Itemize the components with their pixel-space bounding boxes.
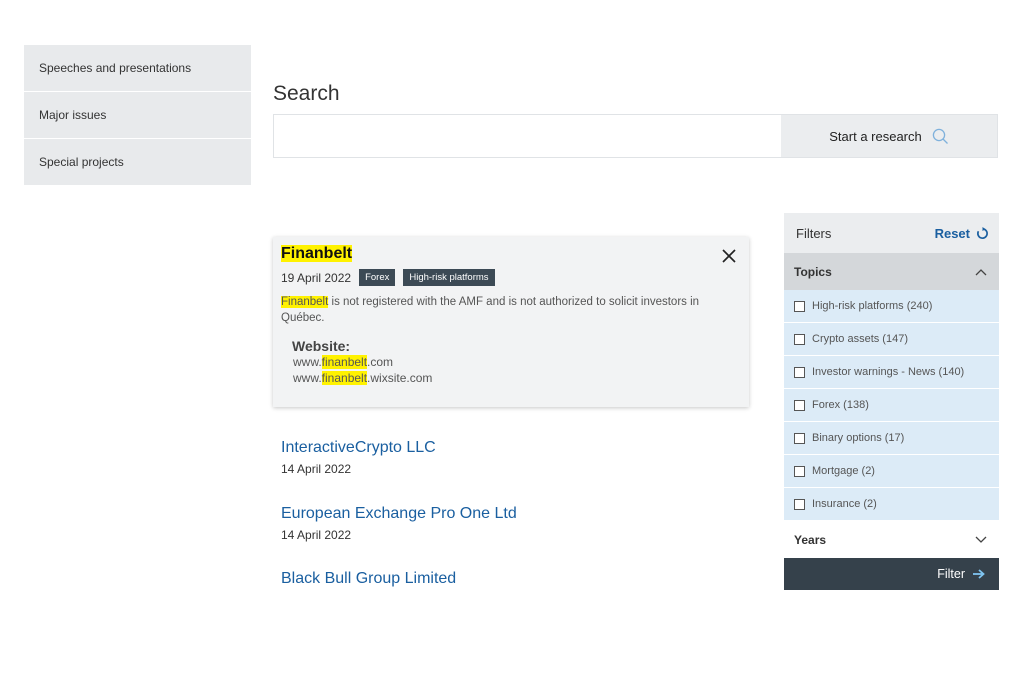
url-prefix: www. <box>293 371 322 385</box>
result-description: Finanbelt is not registered with the AMF… <box>281 294 741 326</box>
search-heading: Search <box>273 82 340 105</box>
checkbox[interactable] <box>794 399 805 411</box>
checkbox[interactable] <box>794 432 805 444</box>
highlighted-term: finanbelt <box>321 355 368 369</box>
topic-filter-forex[interactable]: Forex (138) <box>784 389 999 421</box>
highlighted-title: Finanbelt <box>281 245 353 262</box>
result-title[interactable]: Finanbelt <box>281 245 741 263</box>
tag-badge: High-risk platforms <box>403 269 495 286</box>
checkbox[interactable] <box>794 300 805 312</box>
topic-filter-investor-warnings[interactable]: Investor warnings - News (140) <box>784 356 999 388</box>
search-input[interactable] <box>274 115 781 157</box>
close-icon[interactable] <box>721 248 737 264</box>
result-title-link[interactable]: Black Bull Group Limited <box>281 570 456 588</box>
sidebar-item-label: Special projects <box>39 155 124 169</box>
chevron-down-icon <box>975 536 987 543</box>
highlighted-term: finanbelt <box>321 371 368 385</box>
checkbox[interactable] <box>794 333 805 345</box>
topic-label: Binary options (17) <box>812 432 905 444</box>
filters-panel: Filters Reset Topics High-risk platforms… <box>784 213 999 593</box>
chevron-up-icon <box>975 268 987 275</box>
topics-accordion-header[interactable]: Topics <box>784 253 999 290</box>
sidebar-item-major-issues[interactable]: Major issues <box>24 92 251 138</box>
filter-button-label: Filter <box>937 567 965 581</box>
sidebar-item-label: Major issues <box>39 108 107 122</box>
topics-label: Topics <box>794 264 832 279</box>
list-item: Black Bull Group Limited <box>281 570 456 588</box>
result-title-link[interactable]: European Exchange Pro One Ltd <box>281 505 517 523</box>
start-research-button[interactable]: Start a research <box>781 115 997 157</box>
topic-filter-high-risk[interactable]: High-risk platforms (240) <box>784 290 999 322</box>
topic-label: Mortgage (2) <box>812 465 875 477</box>
topic-label: Forex (138) <box>812 399 869 411</box>
search-icon <box>932 128 948 144</box>
result-title-link[interactable]: InteractiveCrypto LLC <box>281 439 436 457</box>
search-button-label: Start a research <box>829 128 922 144</box>
filters-title: Filters <box>796 225 832 241</box>
search-bar: Start a research <box>273 114 998 158</box>
years-label: Years <box>794 532 827 547</box>
arrow-right-icon <box>973 569 985 579</box>
topic-filter-binary-options[interactable]: Binary options (17) <box>784 422 999 454</box>
result-date: 14 April 2022 <box>281 462 352 476</box>
result-date: 19 April 2022 <box>281 270 352 285</box>
sidebar-item-special-projects[interactable]: Special projects <box>24 139 251 185</box>
topic-label: Insurance (2) <box>812 498 877 510</box>
topic-filter-mortgage[interactable]: Mortgage (2) <box>784 455 999 487</box>
list-item: InteractiveCrypto LLC 14 April 2022 <box>281 439 436 476</box>
years-accordion-header[interactable]: Years <box>784 521 999 558</box>
topic-label: Investor warnings - News (140) <box>812 366 965 378</box>
side-navigation: Speeches and presentations Major issues … <box>24 45 251 186</box>
checkbox[interactable] <box>794 465 805 477</box>
url-prefix: www. <box>293 355 322 369</box>
topic-filter-insurance[interactable]: Insurance (2) <box>784 488 999 520</box>
description-text: is not registered with the AMF and is no… <box>281 296 700 324</box>
highlighted-term: Finanbelt <box>281 296 329 308</box>
reset-label: Reset <box>934 225 970 241</box>
result-meta: 19 April 2022 Forex High-risk platforms <box>281 269 741 286</box>
checkbox[interactable] <box>794 366 805 378</box>
website-url: www.finanbelt.wixsite.com <box>293 370 741 386</box>
url-suffix: .wixsite.com <box>367 371 433 385</box>
topic-label: Crypto assets (147) <box>812 333 908 345</box>
reset-button[interactable]: Reset <box>935 226 989 241</box>
list-item: European Exchange Pro One Ltd 14 April 2… <box>281 505 517 542</box>
expanded-result-card: Finanbelt 19 April 2022 Forex High-risk … <box>273 237 749 407</box>
result-date: 14 April 2022 <box>281 528 352 542</box>
website-label: Website: <box>292 338 351 354</box>
filter-button[interactable]: Filter <box>784 558 999 590</box>
topic-filter-crypto[interactable]: Crypto assets (147) <box>784 323 999 355</box>
topic-label: High-risk platforms (240) <box>812 300 933 312</box>
filters-header: Filters Reset <box>784 213 999 253</box>
sidebar-item-speeches[interactable]: Speeches and presentations <box>24 45 251 91</box>
sidebar-item-label: Speeches and presentations <box>39 61 192 75</box>
url-suffix: .com <box>367 355 394 369</box>
tag-badge: Forex <box>359 269 396 286</box>
checkbox[interactable] <box>794 498 805 510</box>
reset-icon <box>977 226 988 239</box>
website-url: www.finanbelt.com <box>293 354 741 370</box>
